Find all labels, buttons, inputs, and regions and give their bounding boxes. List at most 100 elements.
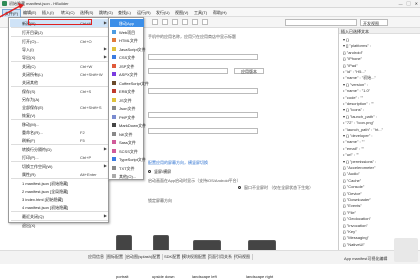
outline-node[interactable]: • "id" : "H5..." xyxy=(343,69,366,74)
outline-node[interactable]: {} "Console" xyxy=(343,184,364,189)
outline-node[interactable]: {} "iPhone" xyxy=(343,56,362,61)
file-menu-item[interactable]: 关闭(C) Ctrl+W xyxy=(10,62,109,70)
new-submenu-item[interactable]: MarkDown文件 xyxy=(110,121,146,129)
desc-field[interactable] xyxy=(148,88,258,94)
file-menu-item[interactable]: 刷新(F) F5 xyxy=(10,136,109,144)
file-menu-item[interactable]: 打开目录(J) xyxy=(10,28,109,36)
outline-node[interactable]: {} "Downloader" xyxy=(343,197,371,202)
page-field[interactable] xyxy=(148,128,258,134)
file-menu-item[interactable]: 移动(M)... xyxy=(10,120,109,128)
new-submenu-item[interactable]: JavaScript文件 xyxy=(110,45,146,53)
outline-node[interactable]: • "name" : "1.0" xyxy=(343,88,370,93)
new-submenu-item[interactable]: CoffeeScript文件 xyxy=(110,79,149,87)
outline-node[interactable]: {} "Geolocation" xyxy=(343,216,371,221)
new-submenu-item[interactable]: CSS文件 xyxy=(110,53,144,61)
menu-11[interactable]: 帮助(H) xyxy=(211,9,229,17)
menu-7[interactable]: 运行(R) xyxy=(135,9,153,17)
outline-node[interactable]: {} "File" xyxy=(343,210,356,215)
bottom-tab[interactable]: 图标配置 xyxy=(105,254,126,260)
outline-node[interactable]: {} "Events" xyxy=(343,203,362,208)
new-submenu-item[interactable]: 其他(O)... xyxy=(110,172,144,180)
file-menu-item[interactable]: 重命名(R)... F2 xyxy=(10,128,109,136)
menu-6[interactable]: 查找(L) xyxy=(116,9,133,17)
file-menu-item[interactable]: 保存(S) Ctrl+S xyxy=(10,87,109,95)
bottom-tab[interactable]: 页面引用关系 xyxy=(206,254,235,260)
outline-node[interactable]: ▾ {} "developer" : xyxy=(343,133,373,138)
version-button[interactable]: 应用版本 xyxy=(234,68,264,74)
new-submenu-item[interactable]: NK文件 xyxy=(110,130,144,138)
file-menu-item[interactable]: 关闭所有(L) Ctrl+Shift+W xyxy=(10,70,109,78)
outline-node[interactable]: ▾ {} xyxy=(343,37,349,42)
new-submenu-item[interactable]: ASPX文件 xyxy=(110,70,144,78)
outline-node[interactable]: • "launch_path" : "ht..." xyxy=(343,127,383,132)
outline-node[interactable]: • "72" : "icon.png" xyxy=(343,120,374,125)
file-menu-item[interactable]: 打印(P)... Ctrl+P xyxy=(10,153,109,161)
new-submenu-item[interactable]: 移动App xyxy=(110,19,144,27)
outline-node[interactable]: • "url" : "" xyxy=(343,152,359,157)
file-menu-item[interactable]: 恢复(V) xyxy=(10,111,109,119)
file-menu-item[interactable]: 4 manifest.json [初始隐藏] xyxy=(10,203,109,211)
outline-node[interactable]: ▾ {} "permissions" : xyxy=(343,159,376,164)
radio-option1[interactable] xyxy=(148,170,151,173)
outline-node[interactable]: {} "Accelerometer" xyxy=(343,165,375,170)
new-submenu-item[interactable]: ERB文件 xyxy=(110,87,144,95)
file-menu-item[interactable]: 另存为(A) xyxy=(10,95,109,103)
file-menu-item[interactable]: 切换工作空间(W) ▶ xyxy=(10,162,109,170)
bottom-tab[interactable]: 代码视图 xyxy=(232,254,253,260)
outline-node[interactable]: ▾ {} "version" : xyxy=(343,82,368,87)
new-submenu-item[interactable]: TXT文件 xyxy=(110,164,144,172)
menu-3[interactable]: 转义(C) xyxy=(59,9,77,17)
file-menu-item[interactable]: 2 manifest.json [全局隐藏] xyxy=(10,187,109,195)
radio-option2[interactable] xyxy=(238,186,241,189)
bottom-tab[interactable]: 应用信息 xyxy=(86,254,107,260)
menu-4[interactable]: 选择(S) xyxy=(78,9,95,17)
outline-node[interactable]: {} "Messaging" xyxy=(343,235,369,240)
outline-node[interactable]: • "email" : "" xyxy=(343,146,364,151)
outline-node[interactable]: {} "android" xyxy=(343,50,363,55)
search-input[interactable] xyxy=(285,19,357,26)
file-menu-item[interactable]: 关闭其他 xyxy=(10,78,109,86)
menu-5[interactable]: 跳转(G) xyxy=(97,9,115,17)
appid-field[interactable] xyxy=(148,54,258,60)
bottom-tab[interactable]: 模块权限配置 xyxy=(180,254,209,260)
window-controls[interactable]: — ▢ ✕ xyxy=(399,1,418,7)
outline-node[interactable]: {} "NativeUI" xyxy=(343,242,365,247)
run-icon[interactable] xyxy=(172,19,178,25)
outline-node[interactable]: • "code" : "" xyxy=(343,95,363,100)
outline-node[interactable]: {} "Invocation" xyxy=(343,223,368,228)
outline-node[interactable]: ▾ [] "platforms" : xyxy=(343,43,371,48)
outline-node[interactable]: ▾ {} "icons" : xyxy=(343,107,364,112)
file-menu-item[interactable]: 最近关闭(Q) ▶ xyxy=(10,212,109,220)
file-menu-item[interactable]: 打开(O)... Ctrl+O xyxy=(10,37,109,45)
file-menu-item[interactable]: 转换行分隔符(D) ▶ xyxy=(10,145,109,153)
menu-8[interactable]: 发行(U) xyxy=(154,9,172,17)
new-submenu-item[interactable]: Json文件 xyxy=(110,104,144,112)
new-submenu-item[interactable]: SCSS文件 xyxy=(110,147,144,155)
bottom-tab[interactable]: 启动图(splash)配置 xyxy=(124,254,164,260)
file-menu-item[interactable]: 属性(R) Alt+Enter xyxy=(10,170,109,178)
phone-icon[interactable] xyxy=(192,19,198,25)
menu-10[interactable]: 工具(T) xyxy=(192,9,209,17)
outline-node[interactable]: • "description" : "" xyxy=(343,101,374,106)
file-menu-item[interactable]: 导入(I) ▶ xyxy=(10,45,109,53)
nav-forward-icon[interactable] xyxy=(162,19,168,25)
menu-2[interactable]: 插入(I) xyxy=(40,9,56,17)
outline-node[interactable]: • "name" : "" xyxy=(343,139,365,144)
settings-icon[interactable] xyxy=(202,19,208,25)
version-field[interactable] xyxy=(148,68,228,74)
new-submenu-item[interactable]: Sass文件 xyxy=(110,138,144,146)
new-submenu-item[interactable]: PHP文件 xyxy=(110,113,144,121)
file-menu-item[interactable]: 全部保存(E) Ctrl+Shift+S xyxy=(10,103,109,111)
outline-node[interactable]: {} "Audio" xyxy=(343,171,360,176)
outline-node[interactable]: {} "Key" xyxy=(343,229,357,234)
file-menu-item[interactable]: 导出(X) ▶ xyxy=(10,53,109,61)
file-menu-item[interactable]: 退出(X) xyxy=(10,221,109,229)
file-menu-item[interactable]: 3 index.html [初始隐藏] xyxy=(10,195,109,203)
new-submenu-item[interactable]: HTML文件 xyxy=(110,36,144,44)
new-submenu-item[interactable]: Web项目 xyxy=(110,28,144,36)
browser-icon[interactable] xyxy=(182,19,188,25)
outline-node[interactable]: {} "Device" xyxy=(343,191,362,196)
file-menu-item[interactable]: 1 manifest.json [初始隐藏] xyxy=(10,179,109,187)
outline-node[interactable]: {} "iPad" xyxy=(343,63,358,68)
new-submenu-item[interactable]: TypeScript文件 xyxy=(110,155,146,163)
